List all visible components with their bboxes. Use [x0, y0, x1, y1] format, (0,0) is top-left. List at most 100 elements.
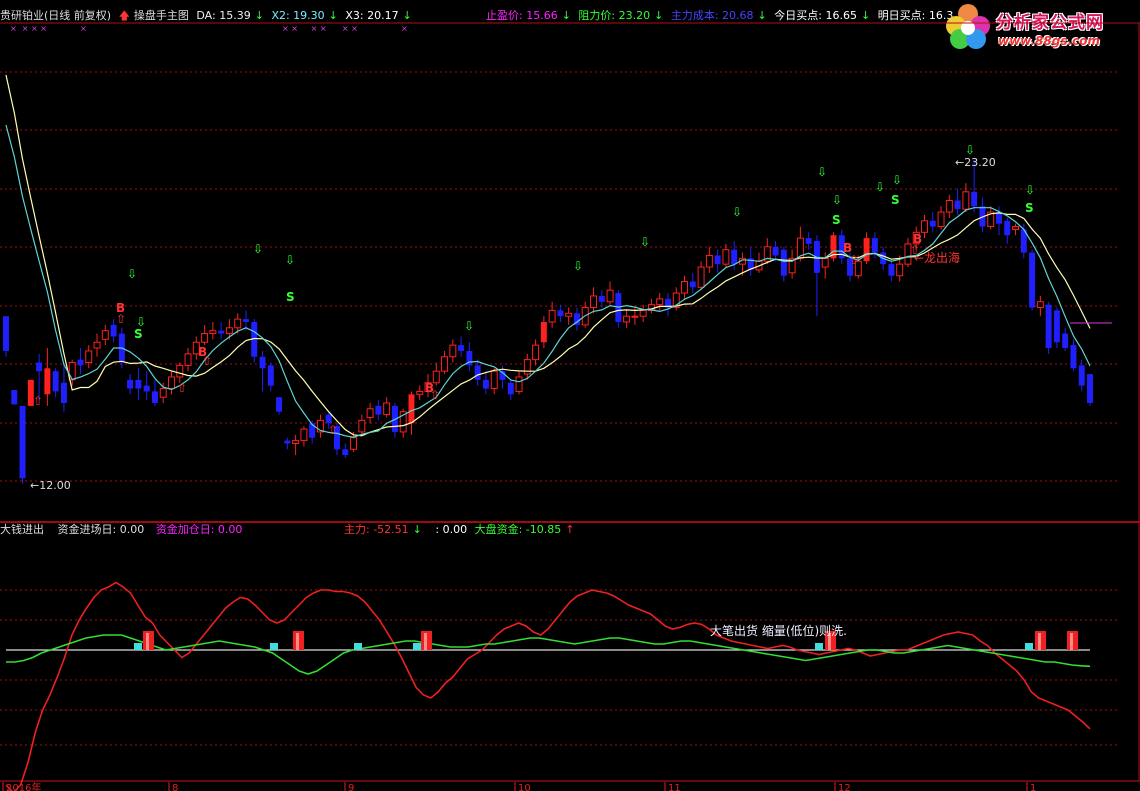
up-arrow-icon: ⇧ — [202, 354, 212, 368]
candle-body — [888, 264, 895, 276]
candle-body — [135, 379, 142, 389]
candle-body — [490, 370, 498, 390]
down-arrow-icon: ⇩ — [127, 267, 137, 281]
down-arrow-icon: ⇩ — [253, 242, 263, 256]
candle-body — [325, 414, 332, 424]
up-arrow-icon: ⇧ — [430, 388, 440, 402]
candle-body — [416, 390, 424, 395]
candle-body — [259, 356, 266, 369]
candle-body — [523, 359, 531, 375]
high-price-label: ←23.20 — [955, 156, 996, 169]
candle-body — [598, 295, 605, 302]
candle-body — [432, 370, 440, 384]
candle-body — [350, 437, 358, 450]
candle-body — [143, 385, 150, 392]
candle-body — [375, 405, 382, 415]
down-arrow-icon: ⇩ — [732, 205, 742, 219]
candle-body — [151, 391, 158, 403]
candle-body — [36, 362, 43, 372]
x-axis-label: 11 — [668, 783, 681, 791]
signal-bar-highlight — [1038, 633, 1041, 650]
candle-body — [292, 440, 300, 445]
candle-body — [871, 238, 878, 253]
candle-body — [540, 322, 547, 343]
candle-body — [631, 315, 639, 318]
candle-body — [52, 371, 59, 392]
candle-body — [242, 319, 249, 322]
signal-bar-cyan — [815, 643, 823, 650]
candle-body — [225, 327, 233, 335]
candle-body — [565, 312, 573, 317]
candle-body — [772, 246, 779, 256]
sell-mark: S — [1025, 201, 1034, 215]
candle-body — [1070, 345, 1077, 369]
candle-body — [93, 341, 101, 349]
candle-body — [697, 266, 705, 288]
candle-body — [515, 376, 523, 392]
x-axis-label: 12 — [838, 783, 851, 791]
candle-body — [1045, 304, 1052, 349]
candle-body — [681, 281, 689, 294]
down-arrow-icon: ⇩ — [817, 165, 827, 179]
ma-line-cyan — [5, 124, 1091, 438]
candle-body — [945, 200, 953, 213]
signal-bar-highlight — [1070, 633, 1073, 650]
signal-bar-highlight — [296, 633, 299, 650]
candle-body — [85, 350, 93, 363]
candle-body — [507, 382, 514, 395]
candle-body — [267, 365, 274, 386]
candle-body — [557, 310, 564, 317]
up-arrow-icon: ⇧ — [849, 253, 859, 267]
signal-bar-cyan — [1025, 643, 1033, 650]
candle-body — [342, 449, 349, 456]
down-arrow-icon: ⇩ — [640, 235, 650, 249]
candle-body — [689, 281, 696, 288]
down-arrow-icon: ⇩ — [136, 315, 146, 329]
x-axis-label: 8 — [172, 783, 178, 791]
candle-body — [101, 330, 109, 340]
signal-bar-highlight — [424, 633, 427, 650]
up-arrow-icon: ⇧ — [177, 381, 187, 395]
candle-body — [68, 362, 76, 381]
candle-body — [805, 238, 812, 244]
candle-body — [532, 344, 540, 361]
sell-mark: S — [832, 213, 841, 227]
signal-bar-cyan — [270, 643, 278, 650]
sell-mark: S — [891, 193, 900, 207]
candle-body — [1029, 252, 1036, 308]
down-arrow-icon: ⇩ — [1025, 183, 1035, 197]
candle-body — [971, 191, 978, 207]
candle-body — [590, 295, 597, 309]
candle-body — [863, 238, 870, 262]
up-arrow-icon: ⇧ — [116, 312, 126, 326]
candle-body — [482, 379, 489, 389]
stock-chart[interactable]: ←12.00←23.20←龙出海BBBBBSSSSS⇧⇧⇧⇧⇧⇧⇧⇧⇩⇩⇩⇩⇩⇩… — [0, 0, 1140, 791]
candle-body — [606, 289, 614, 303]
candle-body — [110, 324, 117, 337]
x-axis-label: 1 — [1030, 783, 1036, 791]
x-axis-label: 10 — [518, 783, 531, 791]
candle-body — [705, 254, 713, 268]
down-arrow-icon: ⇩ — [464, 319, 474, 333]
candle-body — [639, 309, 647, 317]
down-arrow-icon: ⇩ — [965, 143, 975, 157]
candle-body — [937, 211, 945, 228]
candle-body — [821, 257, 829, 268]
candle-body — [234, 318, 242, 329]
candle-body — [44, 368, 51, 395]
x-axis-label: 2016年 — [6, 781, 41, 791]
candle-body — [168, 376, 175, 390]
candle-body — [714, 255, 721, 265]
candle-body — [159, 388, 167, 398]
candle-body — [300, 428, 308, 442]
candle-body — [1087, 374, 1093, 403]
candle-body — [1053, 310, 1060, 343]
sell-mark: S — [286, 290, 295, 304]
candle-body — [954, 200, 961, 210]
candle-body — [1078, 365, 1085, 386]
candle-body — [458, 345, 465, 351]
candle-body — [218, 330, 225, 334]
candle-body — [209, 330, 217, 335]
down-arrow-icon: ⇩ — [892, 173, 902, 187]
up-arrow-icon: ⇧ — [910, 243, 920, 257]
